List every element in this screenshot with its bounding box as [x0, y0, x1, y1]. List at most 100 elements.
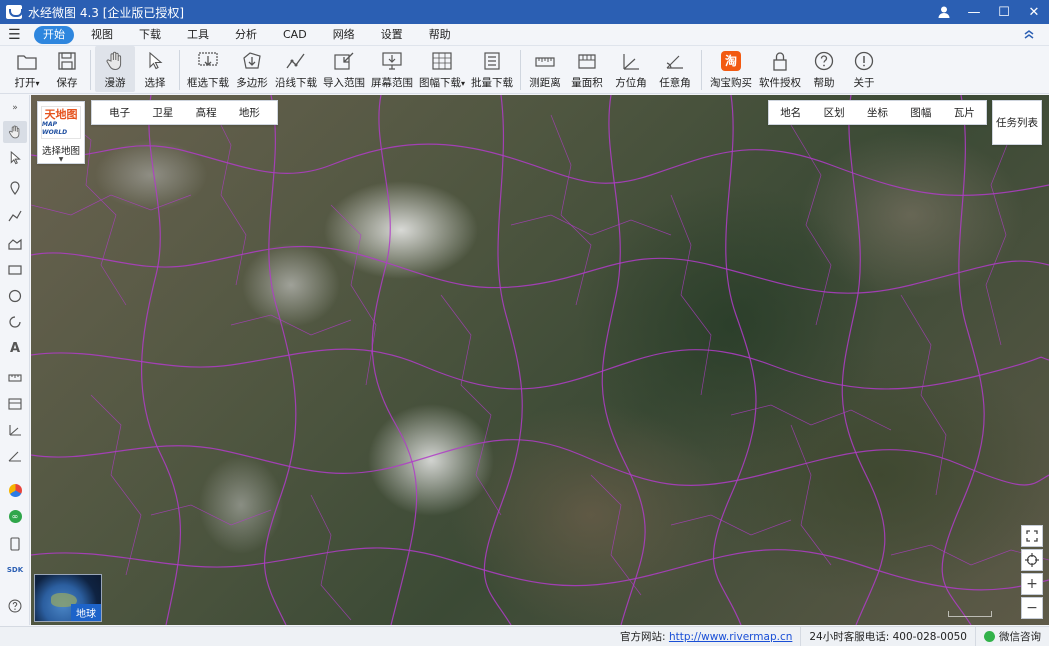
polyline-icon[interactable] — [3, 205, 27, 227]
map-canvas[interactable] — [31, 95, 1049, 625]
pointer-icon[interactable] — [3, 147, 27, 169]
ruler-icon[interactable] — [3, 367, 27, 389]
help-button[interactable]: 帮助 — [804, 46, 844, 92]
brand-subtitle: MAP WORLD — [42, 120, 68, 136]
minimize-button[interactable]: — — [959, 0, 989, 24]
any-angle-button[interactable]: 任意角 — [653, 46, 697, 92]
taobao-buy-button[interactable]: 淘 淘宝购买 — [706, 46, 756, 92]
overlay-place-names[interactable]: 地名 — [780, 105, 801, 120]
pan-button[interactable]: 漫游 — [95, 46, 135, 92]
hand-icon[interactable] — [3, 121, 27, 143]
ribbon-toolbar: 打开▾ 保存 漫游 选择 框选下载 多边形 沿线下载 导入范围 屏幕范围 图幅下… — [0, 46, 1049, 94]
open-button[interactable]: 打开▾ — [6, 46, 48, 92]
azimuth-label: 方位角 — [615, 77, 647, 89]
measure-area-button[interactable]: 量面积 — [565, 46, 609, 92]
zoom-out-button[interactable]: − — [1021, 597, 1043, 619]
sector-icon[interactable] — [3, 311, 27, 333]
left-toolbar: » A ∞ SDK — [0, 95, 30, 625]
measure-area-label: 量面积 — [571, 77, 603, 89]
hamburger-menu-icon[interactable]: ☰ — [8, 27, 30, 43]
info-icon — [853, 50, 875, 72]
batch-download-button[interactable]: 批量下载 — [468, 46, 516, 92]
overlay-map-sheets[interactable]: 图幅 — [910, 105, 931, 120]
close-button[interactable]: ✕ — [1019, 0, 1049, 24]
globe-overview[interactable]: 地球 — [34, 574, 102, 622]
open-label: 打开 — [14, 77, 36, 89]
taobao-buy-label: 淘宝购买 — [710, 77, 752, 89]
select-label: 选择 — [144, 77, 166, 89]
angle-icon[interactable] — [3, 445, 27, 467]
phone-icon[interactable] — [3, 533, 27, 555]
polygon-icon[interactable] — [3, 233, 27, 255]
overlay-divisions[interactable]: 区划 — [824, 105, 845, 120]
zoom-in-button[interactable]: + — [1021, 573, 1043, 595]
polygon-download-button[interactable]: 多边形 — [232, 46, 272, 92]
map-brand-logo: 天地图 MAP WORLD — [41, 106, 81, 139]
sheet-download-button[interactable]: 图幅下载▾ — [416, 46, 468, 92]
area-icon — [576, 50, 598, 72]
pin-marker-icon[interactable] — [3, 177, 27, 199]
menu-download[interactable]: 下载 — [126, 26, 174, 44]
screen-range-button[interactable]: 屏幕范围 — [368, 46, 416, 92]
map-selector-label: 选择地图 — [41, 146, 80, 157]
chevron-down-icon: ▼ — [58, 156, 64, 163]
menu-tools[interactable]: 工具 — [174, 26, 222, 44]
measure-distance-button[interactable]: 测距离 — [525, 46, 565, 92]
azimuth-icon[interactable] — [3, 419, 27, 441]
menu-network[interactable]: 网络 — [320, 26, 368, 44]
area-icon[interactable] — [3, 393, 27, 415]
locate-button[interactable] — [1021, 549, 1043, 571]
website-link[interactable]: http://www.rivermap.cn — [669, 631, 792, 643]
measure-distance-label: 测距离 — [529, 77, 561, 89]
taobao-icon: 淘 — [720, 50, 742, 72]
batch-download-label: 批量下载 — [471, 77, 513, 89]
expand-panel-icon[interactable]: » — [3, 97, 27, 119]
overlay-coordinates[interactable]: 坐标 — [867, 105, 888, 120]
screen-range-label: 屏幕范围 — [371, 77, 413, 89]
azimuth-button[interactable]: 方位角 — [609, 46, 653, 92]
baidu-map-icon[interactable] — [3, 479, 27, 501]
map-source-selector[interactable]: 天地图 MAP WORLD 选择地图 ▼ — [37, 101, 85, 164]
menu-cad[interactable]: CAD — [270, 26, 320, 44]
license-button[interactable]: 软件授权 — [756, 46, 804, 92]
map-type-vector[interactable]: 电子 — [109, 105, 130, 120]
wechat-consult-button[interactable]: 微信咨询 — [975, 626, 1049, 646]
line-download-button[interactable]: 沿线下载 — [272, 46, 320, 92]
collapse-ribbon-icon[interactable] — [1023, 28, 1035, 42]
save-button[interactable]: 保存 — [48, 46, 86, 92]
save-icon — [56, 50, 78, 72]
river-network-overlay — [31, 95, 1049, 625]
user-icon[interactable] — [929, 0, 959, 24]
circle-icon[interactable] — [3, 285, 27, 307]
box-download-button[interactable]: 框选下载 — [184, 46, 232, 92]
sdk-icon[interactable]: SDK — [3, 559, 27, 581]
map-type-elevation[interactable]: 高程 — [196, 105, 217, 120]
task-list-button[interactable]: 任务列表 — [992, 100, 1042, 145]
menu-home[interactable]: 开始 — [34, 25, 74, 44]
menu-analysis[interactable]: 分析 — [222, 26, 270, 44]
fullscreen-button[interactable] — [1021, 525, 1043, 547]
map-type-satellite[interactable]: 卫星 — [152, 105, 173, 120]
about-button[interactable]: 关于 — [844, 46, 884, 92]
help-icon[interactable] — [3, 595, 27, 617]
menu-view[interactable]: 视图 — [78, 26, 126, 44]
menu-settings[interactable]: 设置 — [368, 26, 416, 44]
link-icon[interactable]: ∞ — [3, 505, 27, 527]
box-download-label: 框选下载 — [187, 77, 229, 89]
globe-label: 地球 — [71, 604, 101, 621]
hand-icon — [104, 50, 126, 72]
box-download-icon — [197, 50, 219, 72]
text-label-icon[interactable]: A — [3, 337, 27, 359]
app-logo-icon — [6, 5, 23, 19]
rectangle-icon[interactable] — [3, 259, 27, 281]
crosshair-icon — [1025, 553, 1039, 567]
import-range-button[interactable]: 导入范围 — [320, 46, 368, 92]
menu-help[interactable]: 帮助 — [416, 26, 464, 44]
map-type-terrain[interactable]: 地形 — [239, 105, 260, 120]
overlay-tiles[interactable]: 瓦片 — [954, 105, 975, 120]
dropdown-caret-icon: ▾ — [460, 79, 465, 88]
select-button[interactable]: 选择 — [135, 46, 175, 92]
maximize-button[interactable]: ☐ — [989, 0, 1019, 24]
scale-bar — [948, 611, 992, 617]
import-range-label: 导入范围 — [323, 77, 365, 89]
